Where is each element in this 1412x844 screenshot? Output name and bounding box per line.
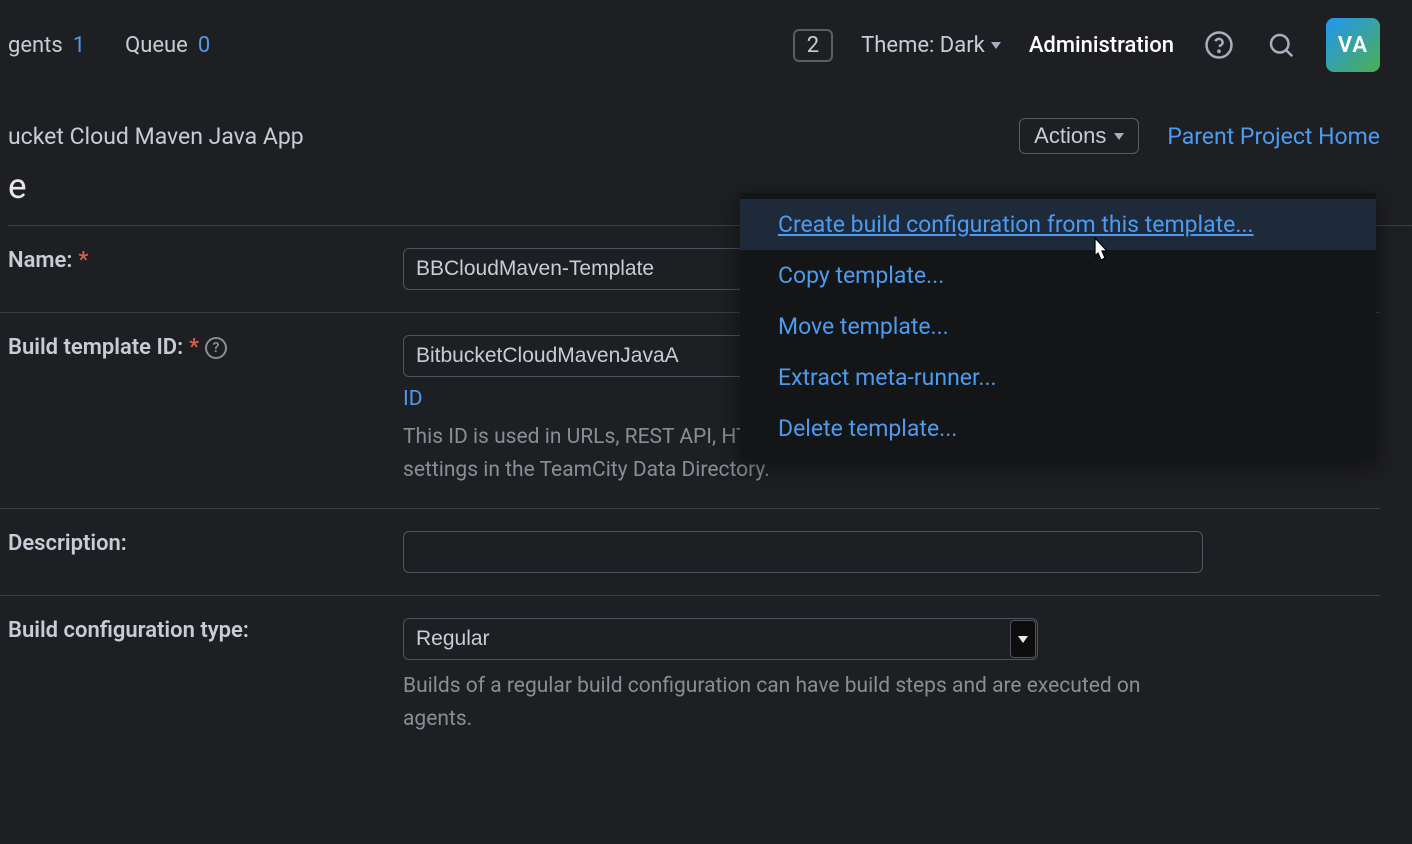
row-build-config-type: Build configuration type: Builds of a re… [0,596,1380,757]
theme-selector[interactable]: Theme: Dark [861,33,1001,58]
build-config-type-value[interactable] [403,618,1038,660]
chevron-down-icon[interactable] [1010,620,1036,658]
nav-queue-label: Queue [125,33,188,58]
help-icon[interactable]: ? [205,337,227,359]
actions-button[interactable]: Actions [1019,118,1139,154]
description-label: Description: [8,531,403,556]
help-icon[interactable] [1202,28,1236,62]
subheader: ucket Cloud Maven Java App Actions Paren… [0,90,1412,154]
row-description: Description: [0,509,1380,596]
topbar-left: gents 1 Queue 0 [0,33,210,58]
nav-agents-count: 1 [73,33,85,58]
menu-item-move-template[interactable]: Move template... [740,301,1376,352]
nav-queue[interactable]: Queue 0 [125,33,210,58]
menu-item-extract-meta-runner[interactable]: Extract meta-runner... [740,352,1376,403]
name-label: Name: * [8,248,403,273]
build-config-type-label: Build configuration type: [8,618,403,643]
id-link[interactable]: ID [403,387,423,411]
template-id-label: Build template ID: * ? [8,335,403,360]
required-asterisk: * [189,335,199,360]
build-config-type-select[interactable] [403,618,1038,660]
notification-badge[interactable]: 2 [793,29,833,62]
nav-agents[interactable]: gents 1 [8,33,85,58]
description-field[interactable] [403,531,1203,573]
administration-link[interactable]: Administration [1029,33,1174,58]
chevron-down-icon [991,42,1001,49]
search-icon[interactable] [1264,28,1298,62]
required-asterisk: * [78,248,88,273]
actions-dropdown: Create build configuration from this tem… [740,193,1376,460]
menu-item-delete-template[interactable]: Delete template... [740,403,1376,454]
avatar[interactable]: VA [1326,18,1380,72]
nav-agents-label: gents [8,33,63,58]
topbar: gents 1 Queue 0 2 Theme: Dark Administra… [0,0,1412,90]
nav-queue-count: 0 [198,33,210,58]
menu-item-copy-template[interactable]: Copy template... [740,250,1376,301]
name-field[interactable] [403,248,743,290]
actions-label: Actions [1034,123,1106,149]
breadcrumb[interactable]: ucket Cloud Maven Java App [8,123,304,150]
chevron-down-icon [1114,133,1124,140]
theme-label: Theme: Dark [861,33,985,58]
build-config-type-hint: Builds of a regular build configuration … [403,670,1203,735]
parent-project-home-link[interactable]: Parent Project Home [1167,123,1380,150]
menu-item-create-build-config[interactable]: Create build configuration from this tem… [740,199,1376,250]
